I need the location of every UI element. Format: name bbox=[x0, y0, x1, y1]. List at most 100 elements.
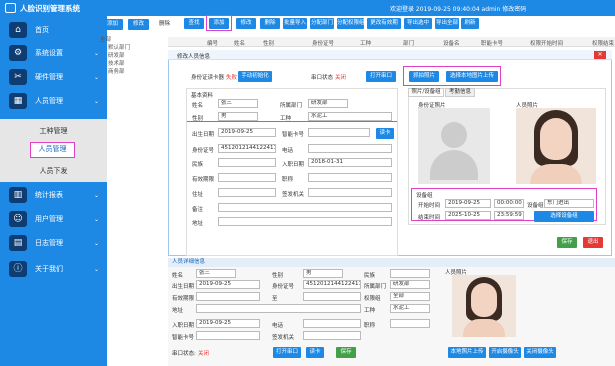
detail-issuer-input[interactable] bbox=[303, 331, 361, 340]
left-edit-button[interactable]: 修改 bbox=[128, 19, 149, 30]
toolbar-button[interactable]: 修改 bbox=[236, 18, 256, 29]
left-add-button[interactable]: 添加 bbox=[102, 19, 123, 30]
id-input[interactable]: 451201214412241141 bbox=[218, 144, 276, 153]
nation-input[interactable] bbox=[218, 158, 276, 167]
tree-node[interactable]: 商务部 bbox=[100, 67, 170, 75]
select-group-button[interactable]: 选择设备组 bbox=[534, 211, 594, 222]
dept-input[interactable]: 研发部 bbox=[308, 99, 348, 108]
toolbar-button[interactable]: 刷新 bbox=[461, 18, 479, 29]
detail-id-input[interactable]: 451201214412241141 bbox=[303, 280, 361, 289]
start-time-input[interactable]: 00:00:00 bbox=[494, 199, 524, 208]
job-select[interactable]: 水泥工 bbox=[308, 112, 392, 121]
tree-node[interactable]: 研发部 bbox=[100, 51, 170, 59]
upload-local-button[interactable]: 选择本地图片上传 bbox=[446, 71, 498, 82]
gender-select[interactable]: 男 bbox=[218, 112, 258, 121]
tree-node[interactable]: 技术部 bbox=[100, 59, 170, 67]
sidebar-item[interactable]: ▦ 人员管理 ⌄ bbox=[0, 88, 107, 114]
left-delete-button[interactable]: 删除 bbox=[154, 19, 175, 30]
detail-phone-input[interactable] bbox=[303, 319, 361, 328]
valid-input[interactable] bbox=[218, 173, 276, 182]
read-card-button[interactable]: 读卡 bbox=[376, 128, 394, 139]
device-legend: 设备组 bbox=[416, 193, 433, 199]
sidebar-item-label: 系统设置 bbox=[35, 49, 63, 57]
app-logo-icon bbox=[5, 3, 16, 13]
toolbar-button[interactable]: 分配部门 bbox=[310, 18, 334, 29]
detail-entry-label: 入职日期 bbox=[172, 323, 195, 329]
top-right-status: 欢迎登录 2019-09-25 09:40:04 admin 修改密码 bbox=[390, 6, 527, 13]
detail-job-select[interactable]: 水泥工 bbox=[390, 304, 430, 313]
birth-date-input[interactable]: 2019-09-25 bbox=[218, 128, 276, 137]
detail-gender-label: 性别 bbox=[272, 273, 284, 279]
open-port-button[interactable]: 打开串口 bbox=[366, 71, 396, 82]
close-camera-button[interactable]: 关闭摄像头 bbox=[524, 347, 556, 358]
detail-upload-button[interactable]: 本地照片上传 bbox=[448, 347, 486, 358]
sidebar-item[interactable]: ⓘ 关于我们 ⌄ bbox=[0, 256, 107, 282]
manual-init-button[interactable]: 手动初始化 bbox=[238, 71, 272, 82]
remark-input[interactable] bbox=[218, 203, 392, 212]
title-label: 职称 bbox=[282, 177, 294, 183]
detail-perm-select[interactable]: 全部 bbox=[390, 292, 430, 301]
toolbar-button[interactable]: 查找 bbox=[184, 18, 204, 29]
toolbar-button[interactable]: 导出选中 bbox=[404, 18, 432, 29]
id-photo-frame bbox=[418, 108, 490, 184]
detail-title-input[interactable] bbox=[390, 319, 430, 328]
tree-node[interactable]: 默认部门 bbox=[100, 43, 170, 51]
detail-birth-input[interactable]: 2019-09-25 bbox=[196, 280, 260, 289]
tree-root[interactable]: 全部 bbox=[100, 35, 170, 43]
group-select[interactable]: 东门进出 bbox=[544, 199, 594, 208]
name-label: 姓名 bbox=[192, 103, 204, 109]
end-date-input[interactable]: 2025-10-25 bbox=[445, 211, 491, 220]
toolbar-button[interactable]: 分配权限组 bbox=[337, 18, 364, 29]
entry-date-input[interactable]: 2018-01-31 bbox=[308, 158, 392, 167]
detail-entry-input[interactable]: 2019-09-25 bbox=[196, 319, 260, 328]
detail-card-input[interactable] bbox=[196, 331, 260, 340]
sidebar-item[interactable]: ⚙ 系统设置 ⌄ bbox=[0, 40, 107, 66]
detail-nation-input[interactable] bbox=[390, 269, 430, 278]
close-icon[interactable]: ✕ bbox=[594, 51, 606, 59]
card-input[interactable] bbox=[308, 128, 370, 137]
addr2-input[interactable] bbox=[218, 217, 392, 226]
detail-name-input[interactable]: 张三 bbox=[196, 269, 236, 278]
sidebar-item[interactable]: ✂ 硬件管理 ⌄ bbox=[0, 64, 107, 90]
department-tree[interactable]: 全部 默认部门 研发部 技术部 商务部 bbox=[100, 35, 170, 95]
toolbar-button[interactable]: 更改有效期 bbox=[367, 18, 401, 29]
detail-dept-input[interactable]: 研发部 bbox=[390, 280, 430, 289]
name-input[interactable]: 张三 bbox=[218, 99, 258, 108]
detail-addr-input[interactable] bbox=[196, 304, 361, 313]
tab-photo-group[interactable]: 照片/设备组 bbox=[408, 88, 444, 97]
detail-read-card-button[interactable]: 读卡 bbox=[306, 347, 324, 358]
sidebar-item[interactable]: ▥ 统计报表 ⌄ bbox=[0, 182, 107, 208]
port-label: 串口状态 bbox=[311, 75, 334, 81]
start-label: 开始时间 bbox=[418, 203, 441, 209]
toolbar-button[interactable]: 批量导入 bbox=[283, 18, 307, 29]
detail-gender-select[interactable]: 男 bbox=[303, 269, 343, 278]
submenu-dispatch[interactable]: 人员下发 bbox=[0, 162, 107, 180]
chevron-down-icon: ⌄ bbox=[94, 215, 100, 223]
tab-attendance[interactable]: 考勤信息 bbox=[445, 88, 475, 97]
valid-label: 有效期限 bbox=[192, 177, 215, 183]
toolbar-button[interactable]: 删除 bbox=[260, 18, 280, 29]
detail-port-status: 关闭 bbox=[198, 351, 210, 357]
capture-button[interactable]: 抓拍照片 bbox=[409, 71, 439, 82]
phone-input[interactable] bbox=[308, 144, 392, 153]
detail-nation-label: 民族 bbox=[364, 273, 376, 279]
detail-save-button[interactable]: 保存 bbox=[336, 347, 356, 358]
address-input[interactable] bbox=[218, 188, 276, 197]
title-input[interactable] bbox=[308, 173, 392, 182]
start-date-input[interactable]: 2019-09-25 bbox=[445, 199, 491, 208]
end-time-input[interactable]: 23:59:59 bbox=[494, 211, 524, 220]
open-camera-button[interactable]: 开启摄像头 bbox=[489, 347, 521, 358]
submenu-personnel[interactable]: 人员管理 bbox=[30, 142, 75, 158]
detail-valid-input[interactable] bbox=[196, 292, 260, 301]
exit-button[interactable]: 退出 bbox=[583, 237, 603, 248]
issuer-input[interactable] bbox=[308, 188, 392, 197]
sidebar-item[interactable]: ☺ 用户管理 ⌄ bbox=[0, 206, 107, 232]
sidebar-item[interactable]: ▤ 日志管理 ⌄ bbox=[0, 230, 107, 256]
detail-open-port-button[interactable]: 打开串口 bbox=[273, 347, 301, 358]
save-button[interactable]: 保存 bbox=[557, 237, 577, 248]
chevron-down-icon: ⌄ bbox=[94, 97, 100, 105]
toolbar-button[interactable]: 导出全部 bbox=[435, 18, 459, 29]
table-header-cell: 编号 bbox=[207, 41, 219, 47]
submenu-job-types[interactable]: 工种管理 bbox=[0, 122, 107, 140]
detail-valid-end-input[interactable] bbox=[303, 292, 361, 301]
